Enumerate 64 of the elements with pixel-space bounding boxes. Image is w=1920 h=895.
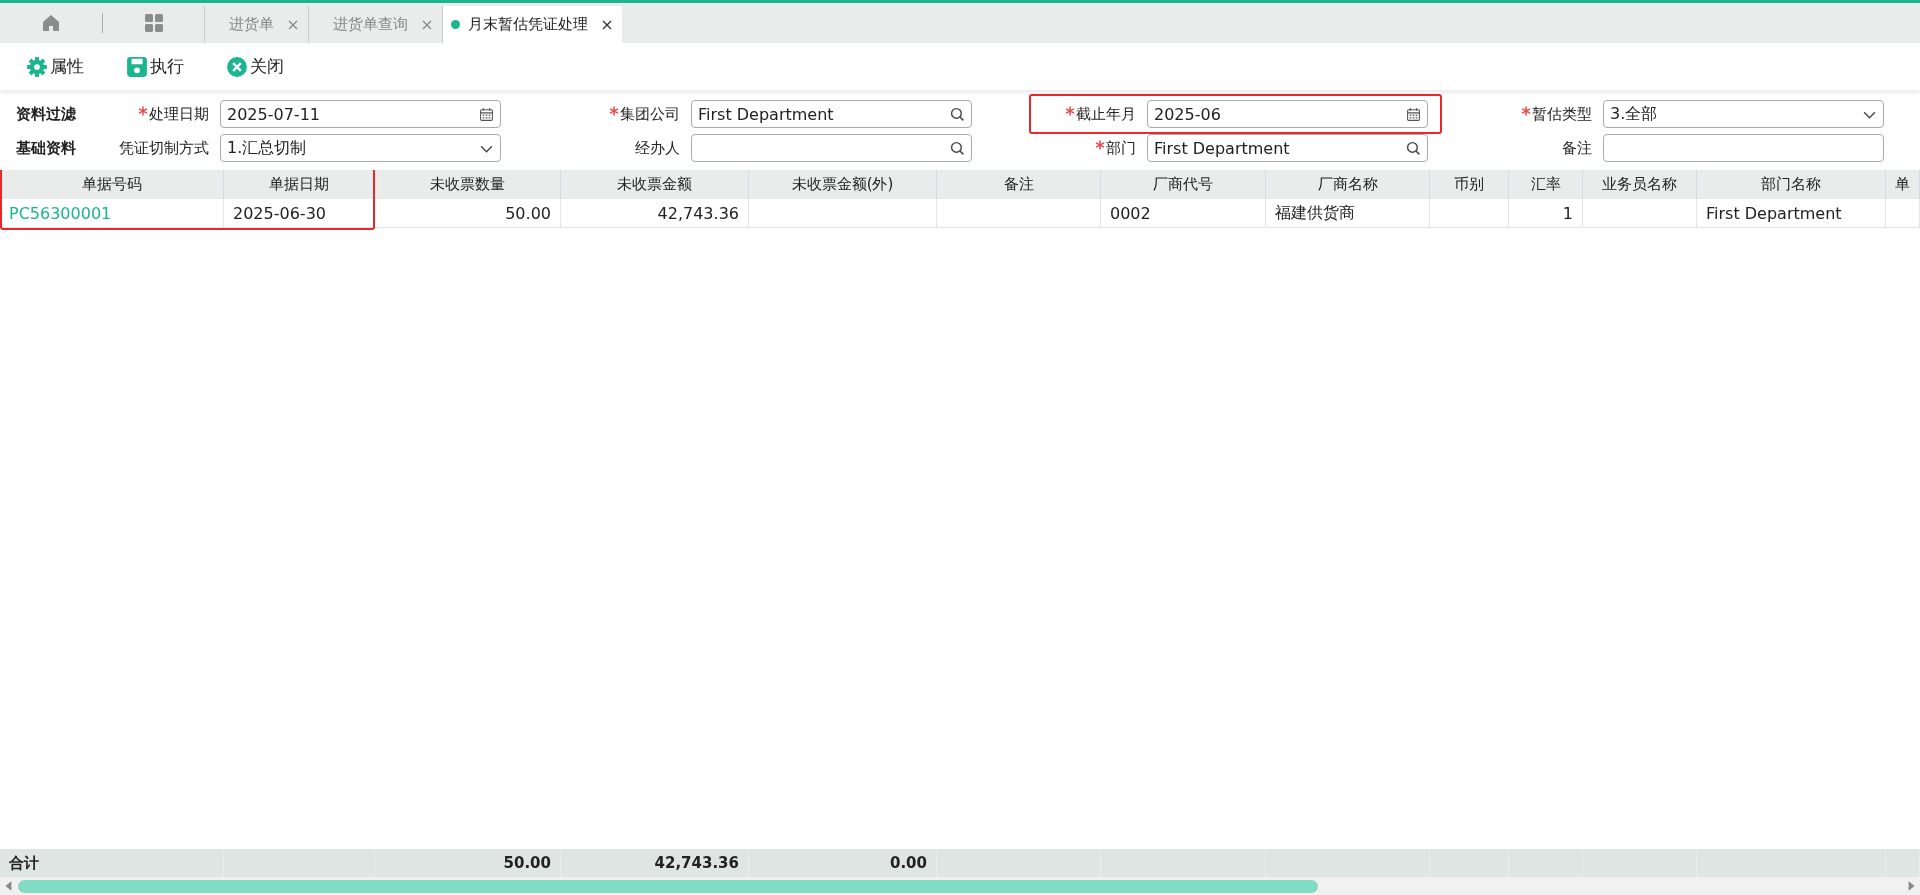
- column-header[interactable]: 备注: [937, 170, 1101, 199]
- calendar-icon[interactable]: [1406, 106, 1421, 122]
- close-icon[interactable]: [602, 19, 612, 30]
- input-field[interactable]: 2025-07-11: [220, 100, 501, 128]
- table-cell: 1: [1509, 199, 1583, 228]
- table-cell: [1886, 199, 1920, 228]
- toolbar-button[interactable]: 执行: [124, 53, 186, 80]
- input-field[interactable]: 1.汇总切制: [220, 134, 501, 162]
- column-header[interactable]: 单: [1886, 170, 1920, 199]
- toolbar-button[interactable]: 属性: [24, 53, 86, 80]
- total-cell: [1886, 849, 1920, 877]
- column-header[interactable]: 单据号码: [0, 170, 224, 199]
- input-field[interactable]: 2025-06: [1147, 100, 1428, 128]
- input-field[interactable]: 3.全部: [1603, 100, 1884, 128]
- column-header[interactable]: 厂商代号: [1101, 170, 1266, 199]
- toolbar-button[interactable]: 关闭: [224, 53, 286, 80]
- input-field[interactable]: First Department: [1147, 134, 1428, 162]
- search-icon[interactable]: [1406, 140, 1421, 156]
- column-header[interactable]: 未收票数量: [375, 170, 561, 199]
- home-icon[interactable]: [40, 13, 61, 33]
- input-field[interactable]: [691, 134, 972, 162]
- total-label: 合计: [0, 849, 224, 877]
- column-header[interactable]: 业务员名称: [1583, 170, 1697, 199]
- section-label: 资料过滤: [16, 104, 77, 124]
- scroll-left-icon[interactable]: [4, 880, 14, 892]
- field-label: 凭证切制方式: [119, 138, 209, 158]
- field-label: 部门: [1106, 138, 1136, 158]
- status-dot: [451, 20, 460, 29]
- total-cell: 0.00: [749, 849, 937, 877]
- table-cell: 0002: [1101, 199, 1266, 228]
- table-cell: First Department: [1697, 199, 1886, 228]
- table-cell: 50.00: [375, 199, 561, 228]
- table-cell: 2025-06-30: [224, 199, 375, 228]
- column-header[interactable]: 厂商名称: [1266, 170, 1430, 199]
- horizontal-scrollbar[interactable]: [0, 877, 1920, 895]
- field-label: 经办人: [635, 138, 680, 158]
- scroll-right-icon[interactable]: [1906, 880, 1916, 892]
- column-header[interactable]: 单据日期: [224, 170, 375, 199]
- field-label: 备注: [1562, 138, 1592, 158]
- table-cell: 福建供货商: [1266, 199, 1430, 228]
- column-header[interactable]: 部门名称: [1697, 170, 1886, 199]
- field-label: 暂估类型: [1532, 104, 1592, 124]
- column-header[interactable]: 币别: [1430, 170, 1509, 199]
- field-label: 截止年月: [1076, 104, 1136, 124]
- section-label: 基础资料: [16, 138, 77, 158]
- input-field[interactable]: First Department: [691, 100, 972, 128]
- field-label: 处理日期: [149, 104, 209, 124]
- input-field[interactable]: [1603, 134, 1884, 162]
- column-header[interactable]: 汇率: [1509, 170, 1583, 199]
- search-icon[interactable]: [950, 140, 965, 156]
- total-cell: 50.00: [375, 849, 561, 877]
- grid-icon[interactable]: [143, 13, 164, 33]
- tab[interactable]: 月末暂估凭证处理: [442, 6, 622, 43]
- field-label: 集团公司: [620, 104, 680, 124]
- column-header[interactable]: 未收票金额: [561, 170, 749, 199]
- save-icon: [126, 55, 148, 78]
- calendar-icon[interactable]: [479, 106, 494, 122]
- total-cell: 42,743.36: [561, 849, 749, 877]
- scrollbar-thumb[interactable]: [18, 879, 1318, 893]
- close-icon: [226, 55, 248, 78]
- settings-icon: [26, 55, 48, 78]
- table-cell: 42,743.36: [561, 199, 749, 228]
- search-icon[interactable]: [950, 106, 965, 122]
- column-header[interactable]: 未收票金额(外): [749, 170, 937, 199]
